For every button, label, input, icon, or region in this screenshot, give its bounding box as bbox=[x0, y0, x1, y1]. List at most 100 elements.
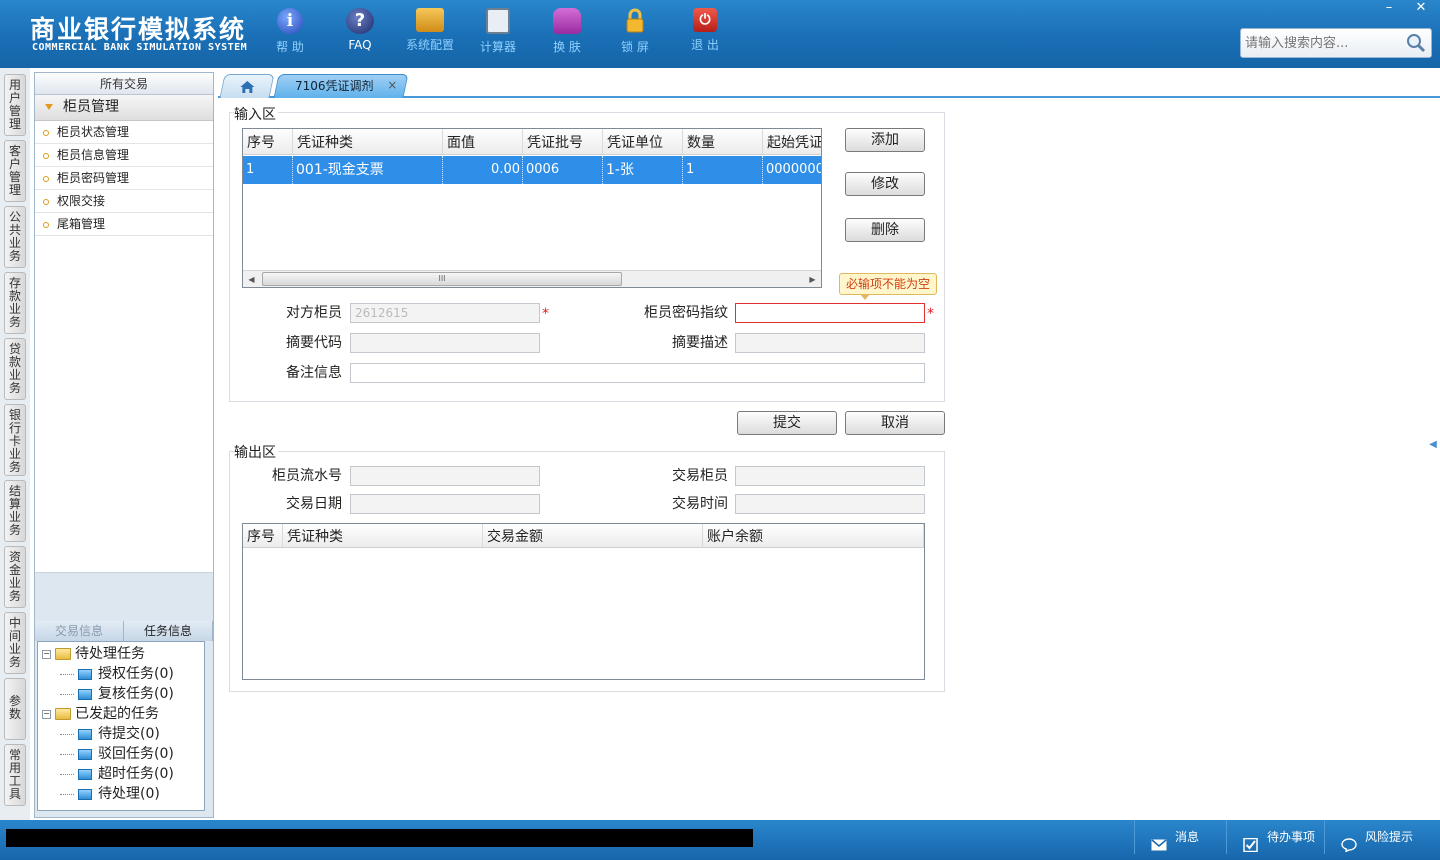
task-tree: − 待处理任务 授权任务(0) 复核任务(0) − 已发起的任务 待提交(0) 驳回… bbox=[37, 641, 205, 811]
col-account-balance[interactable]: 账户余额 bbox=[703, 524, 924, 547]
teller-password-input[interactable] bbox=[735, 303, 925, 323]
tree-node-rejected[interactable]: 驳回任务(0) bbox=[38, 744, 204, 764]
col-trans-amount[interactable]: 交易金额 bbox=[483, 524, 703, 547]
vtab-intermediary-business[interactable]: 中间业务 bbox=[4, 612, 26, 674]
vtab-parameters[interactable]: 参数 bbox=[4, 678, 26, 740]
col-batch[interactable]: 凭证批号 bbox=[523, 129, 603, 154]
nav-lock[interactable]: 锁 屏 bbox=[605, 8, 665, 55]
collapse-right-icon[interactable]: ◀ bbox=[1428, 420, 1438, 470]
vtab-common-tools[interactable]: 常用工具 bbox=[4, 744, 26, 806]
menu-item-teller-status[interactable]: 柜员状态管理 bbox=[35, 121, 213, 144]
col-start-voucher[interactable]: 起始凭证 bbox=[763, 129, 821, 154]
trans-date-field bbox=[350, 494, 540, 514]
search-input[interactable] bbox=[1241, 29, 1401, 57]
menu-item-permission-handover[interactable]: 权限交接 bbox=[35, 190, 213, 213]
collapse-icon[interactable]: − bbox=[42, 709, 51, 719]
status-todo[interactable]: 待办事项 bbox=[1226, 820, 1324, 854]
minimize-button[interactable]: – bbox=[1374, 0, 1404, 18]
checkbox-icon bbox=[1243, 831, 1259, 852]
tree-node-to-process[interactable]: 待处理(0) bbox=[38, 784, 204, 804]
menu-body: 柜员管理 柜员状态管理 柜员信息管理 柜员密码管理 权限交接 尾箱管理 bbox=[35, 95, 213, 573]
status-risk[interactable]: 风险提示 bbox=[1324, 820, 1440, 854]
scroll-thumb[interactable]: III bbox=[262, 272, 622, 286]
calculator-icon bbox=[486, 8, 510, 34]
tab-task-info[interactable]: 任务信息 bbox=[124, 621, 213, 641]
menu-item-teller-password[interactable]: 柜员密码管理 bbox=[35, 167, 213, 190]
required-mark: * bbox=[542, 306, 549, 322]
col-seq[interactable]: 序号 bbox=[243, 524, 283, 547]
folder-icon bbox=[78, 748, 92, 760]
summary-code-input[interactable] bbox=[350, 333, 540, 353]
trans-time-label: 交易时间 bbox=[672, 496, 728, 512]
col-seq[interactable]: 序号 bbox=[243, 129, 293, 154]
collapse-icon[interactable]: − bbox=[42, 649, 51, 659]
tree-node-authorize[interactable]: 授权任务(0) bbox=[38, 664, 204, 684]
faq-icon: ? bbox=[346, 8, 374, 34]
remark-input[interactable] bbox=[350, 363, 925, 383]
tree-node-review[interactable]: 复核任务(0) bbox=[38, 684, 204, 704]
nav-calculator[interactable]: 计算器 bbox=[468, 8, 528, 55]
folder-icon bbox=[78, 688, 92, 700]
tab-home[interactable] bbox=[219, 74, 275, 98]
close-window-button[interactable]: ✕ bbox=[1406, 0, 1436, 18]
summary-desc-input[interactable] bbox=[735, 333, 925, 353]
tree-node-pending[interactable]: − 待处理任务 bbox=[38, 644, 204, 664]
col-voucher-type[interactable]: 凭证种类 bbox=[283, 524, 483, 547]
trans-teller-label: 交易柜员 bbox=[672, 468, 728, 484]
menu-item-cash-box[interactable]: 尾箱管理 bbox=[35, 213, 213, 236]
col-face-value[interactable]: 面值 bbox=[443, 129, 523, 154]
left-menu-panel: 所有交易 柜员管理 柜员状态管理 柜员信息管理 柜员密码管理 权限交接 尾箱管理… bbox=[34, 72, 214, 818]
all-transactions-header[interactable]: 所有交易 bbox=[35, 73, 213, 95]
nav-help[interactable]: i 帮 助 bbox=[260, 8, 320, 55]
folder-open-icon bbox=[55, 708, 71, 720]
bullet-icon bbox=[43, 152, 49, 159]
vtab-loan-business[interactable]: 贷款业务 bbox=[4, 338, 26, 400]
scroll-right-icon[interactable]: ▶ bbox=[804, 271, 821, 287]
col-voucher-type[interactable]: 凭证种类 bbox=[293, 129, 443, 154]
vtab-public-business[interactable]: 公共业务 bbox=[4, 206, 26, 268]
voucher-grid-header: 序号 凭证种类 面值 凭证批号 凭证单位 数量 起始凭证 bbox=[243, 129, 821, 155]
vtab-deposit-business[interactable]: 存款业务 bbox=[4, 272, 26, 334]
nav-skin[interactable]: 换 肤 bbox=[537, 8, 597, 55]
status-bar: 消息 待办事项 风险提示 bbox=[0, 820, 1440, 860]
voucher-grid: 序号 凭证种类 面值 凭证批号 凭证单位 数量 起始凭证 1 001-现金支票 … bbox=[242, 128, 822, 288]
add-button[interactable]: 添加 bbox=[845, 128, 925, 152]
help-icon: i bbox=[277, 8, 303, 34]
folder-icon bbox=[78, 728, 92, 740]
counterparty-teller-input[interactable] bbox=[350, 303, 540, 323]
col-unit[interactable]: 凭证单位 bbox=[603, 129, 683, 154]
tree-node-to-submit[interactable]: 待提交(0) bbox=[38, 724, 204, 744]
summary-code-label: 摘要代码 bbox=[286, 335, 342, 351]
table-row[interactable]: 1 001-现金支票 0.00 0006 1-张 1 00000000 bbox=[243, 156, 821, 184]
submit-button[interactable]: 提交 bbox=[737, 411, 837, 435]
tree-node-initiated[interactable]: − 已发起的任务 bbox=[38, 704, 204, 724]
vtab-settlement-business[interactable]: 结算业务 bbox=[4, 480, 26, 542]
tree-node-timeout[interactable]: 超时任务(0) bbox=[38, 764, 204, 784]
close-icon[interactable]: × bbox=[387, 78, 397, 92]
cell-voucher-type: 001-现金支票 bbox=[293, 156, 443, 184]
nav-config[interactable]: 系统配置 bbox=[400, 8, 460, 53]
folder-icon bbox=[78, 788, 92, 800]
delete-button[interactable]: 删除 bbox=[845, 218, 925, 242]
folder-icon bbox=[78, 768, 92, 780]
vtab-fund-business[interactable]: 资金业务 bbox=[4, 546, 26, 608]
scroll-left-icon[interactable]: ◀ bbox=[243, 271, 260, 287]
mail-icon bbox=[1151, 831, 1167, 850]
vtab-bank-card-business[interactable]: 银行卡业务 bbox=[4, 404, 26, 476]
output-section-title: 输出区 bbox=[234, 442, 278, 462]
col-qty[interactable]: 数量 bbox=[683, 129, 763, 154]
status-message[interactable]: 消息 bbox=[1134, 820, 1226, 854]
nav-faq[interactable]: ? FAQ bbox=[330, 8, 390, 52]
teller-serial-label: 柜员流水号 bbox=[272, 468, 342, 484]
tab-7106-voucher-adjust[interactable]: 7106凭证调剂 × bbox=[273, 74, 409, 98]
tab-transaction-info[interactable]: 交易信息 bbox=[35, 621, 124, 641]
modify-button[interactable]: 修改 bbox=[845, 172, 925, 196]
nav-exit[interactable]: ⏻ 退 出 bbox=[675, 8, 735, 53]
menu-group-teller-management[interactable]: 柜员管理 bbox=[35, 95, 213, 121]
menu-item-teller-info[interactable]: 柜员信息管理 bbox=[35, 144, 213, 167]
search-icon[interactable] bbox=[1405, 32, 1427, 54]
horizontal-scrollbar[interactable]: ◀ III ▶ bbox=[243, 270, 821, 287]
vtab-user-management[interactable]: 用户管理 bbox=[4, 74, 26, 136]
cancel-button[interactable]: 取消 bbox=[845, 411, 945, 435]
vtab-customer-management[interactable]: 客户管理 bbox=[4, 140, 26, 202]
